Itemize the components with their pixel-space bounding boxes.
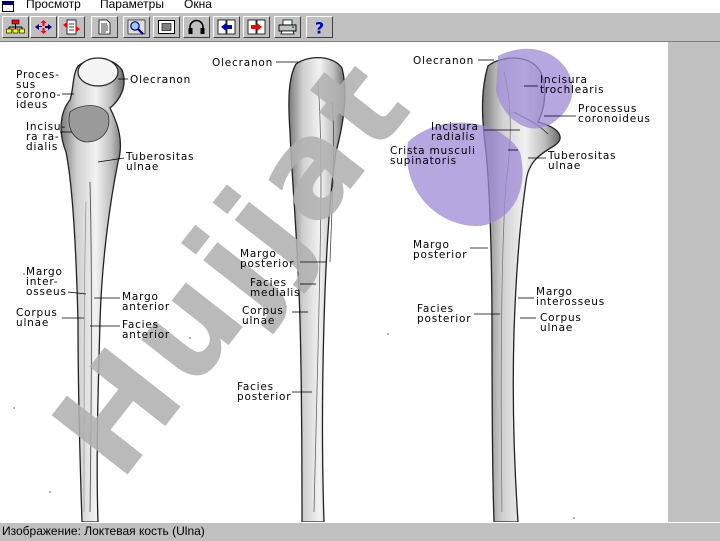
label-corpus-ulnae-3: Corpus ulnae [540, 312, 582, 334]
menu-windows[interactable]: Окна [184, 0, 212, 10]
magnify-button[interactable] [123, 16, 150, 38]
help-icon: ? [315, 19, 324, 35]
picture-frame-icon [158, 20, 175, 34]
ulna-illustration: Hujjat [13, 42, 576, 522]
label-tuberositas-1: Tuberositas ulnae [126, 151, 195, 173]
label-incisura-radialis-1: Incisu- ra ra- dialis [26, 121, 66, 153]
document-arrows-button[interactable] [58, 16, 85, 38]
label-processus-coronoideus-3: Processus coronoideus [578, 103, 651, 125]
document-arrows-icon [63, 19, 80, 35]
previous-image-button[interactable] [213, 16, 240, 38]
label-incisura-trochlearis-3: Incisura trochlearis [540, 74, 605, 96]
frame-button[interactable] [153, 16, 180, 38]
label-margo-posterior-3: Margo posterior [413, 239, 468, 261]
label-facies-medialis-2: Facies medialis [250, 277, 301, 299]
status-text: Изображение: Локтевая кость (Ulna) [2, 524, 205, 538]
label-olecranon-2: Olecranon [212, 57, 274, 69]
svg-text:?: ? [315, 19, 324, 35]
label-incisura-radialis-3: Incisura radialis [431, 121, 479, 143]
next-image-button[interactable] [243, 16, 270, 38]
label-margo-interosseus-1: Margo inter- osseus [26, 266, 67, 298]
menu-parameters[interactable]: Параметры [100, 0, 164, 10]
move-arrows-icon [35, 20, 52, 34]
label-tuberositas-3: Tuberositas ulnae [548, 150, 617, 172]
previous-image-icon [217, 19, 236, 35]
label-facies-posterior-2: Facies posterior [237, 381, 292, 403]
label-corpus-ulnae-2: Corpus ulnae [242, 305, 284, 327]
right-panel [668, 42, 720, 522]
label-margo-interosseus-3: Margo interosseus [536, 286, 605, 308]
text-document-button[interactable] [91, 16, 118, 38]
label-margo-posterior-2: Margo posterior [240, 248, 295, 270]
help-button[interactable]: ? [306, 16, 333, 38]
label-margo-anterior-1: Margo anterior [122, 291, 171, 313]
menu-bar: Просмотр Параметры Окна [0, 0, 720, 13]
label-crista-supinatoris-3: Crista musculi supinatoris [390, 145, 476, 167]
menu-view[interactable]: Просмотр [26, 0, 81, 10]
label-processus-coronoideus-1: Proces- sus corono- ideus [16, 69, 62, 111]
label-olecranon-1: Olecranon [130, 74, 192, 86]
move-button[interactable] [30, 16, 57, 38]
printer-icon [278, 19, 297, 35]
window-system-icon[interactable] [2, 1, 14, 12]
audio-button[interactable] [183, 16, 210, 38]
label-corpus-ulnae-1: Corpus ulnae [16, 307, 58, 329]
image-view[interactable]: Hujjat Proces- sus corono- ideus Olecran… [0, 42, 668, 522]
text-document-icon [98, 19, 111, 35]
print-button[interactable] [274, 16, 301, 38]
next-image-icon [247, 19, 266, 35]
magnify-icon [127, 19, 146, 35]
label-facies-posterior-3: Facies posterior [417, 303, 472, 325]
hierarchy-icon [6, 19, 25, 34]
hierarchy-button[interactable] [2, 16, 29, 38]
status-bar: Изображение: Локтевая кость (Ulna) [0, 522, 720, 541]
headphones-icon [188, 19, 205, 34]
label-olecranon-3: Olecranon [413, 55, 475, 67]
label-facies-anterior-1: Facies anterior [122, 319, 171, 341]
toolbar: ? [0, 13, 720, 42]
